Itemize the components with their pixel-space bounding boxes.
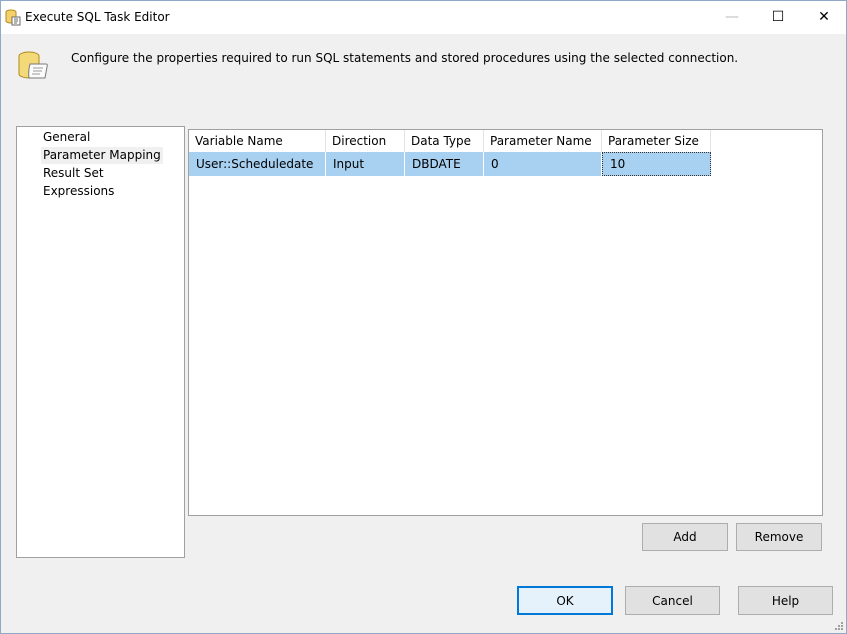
window-title: Execute SQL Task Editor: [25, 10, 170, 24]
close-button[interactable]: ✕: [801, 1, 847, 33]
ssis-task-icon: [5, 9, 21, 26]
nav-item-general[interactable]: General: [41, 129, 92, 146]
nav-item-result-set[interactable]: Result Set: [41, 165, 106, 182]
cell-variable-name[interactable]: User::Scheduledate: [189, 152, 326, 176]
execute-sql-task-editor-window: Execute SQL Task Editor — ☐ ✕ Configure …: [0, 0, 847, 634]
help-button[interactable]: Help: [738, 586, 833, 615]
maximize-button[interactable]: ☐: [755, 1, 801, 33]
add-button[interactable]: Add: [642, 523, 728, 551]
ok-button[interactable]: OK: [517, 586, 613, 615]
cell-direction[interactable]: Input: [326, 152, 405, 176]
maximize-icon: ☐: [771, 9, 785, 25]
cancel-button[interactable]: Cancel: [625, 586, 720, 615]
minimize-icon: —: [725, 9, 739, 25]
minimize-button[interactable]: —: [709, 1, 755, 33]
cell-parameter-name[interactable]: 0: [484, 152, 602, 176]
remove-button[interactable]: Remove: [736, 523, 822, 551]
column-header-direction[interactable]: Direction: [326, 130, 405, 152]
column-header-parameter-size[interactable]: Parameter Size: [602, 130, 711, 152]
title-bar[interactable]: Execute SQL Task Editor — ☐ ✕: [1, 1, 846, 34]
cell-data-type[interactable]: DBDATE: [405, 152, 484, 176]
nav-item-parameter-mapping[interactable]: Parameter Mapping: [41, 147, 163, 164]
nav-item-expressions[interactable]: Expressions: [41, 183, 116, 200]
column-header-parameter-name[interactable]: Parameter Name: [484, 130, 602, 152]
column-header-variable-name[interactable]: Variable Name: [189, 130, 326, 152]
parameter-mapping-grid[interactable]: Variable Name Direction Data Type Parame…: [188, 129, 823, 516]
database-script-icon: [18, 51, 48, 79]
resize-grip-icon[interactable]: [833, 620, 843, 630]
header-description: Configure the properties required to run…: [71, 51, 739, 65]
page-navigation: General Parameter Mapping Result Set Exp…: [16, 126, 185, 558]
close-icon: ✕: [818, 9, 830, 25]
column-header-data-type[interactable]: Data Type: [405, 130, 484, 152]
cell-parameter-size[interactable]: 10: [602, 152, 711, 176]
